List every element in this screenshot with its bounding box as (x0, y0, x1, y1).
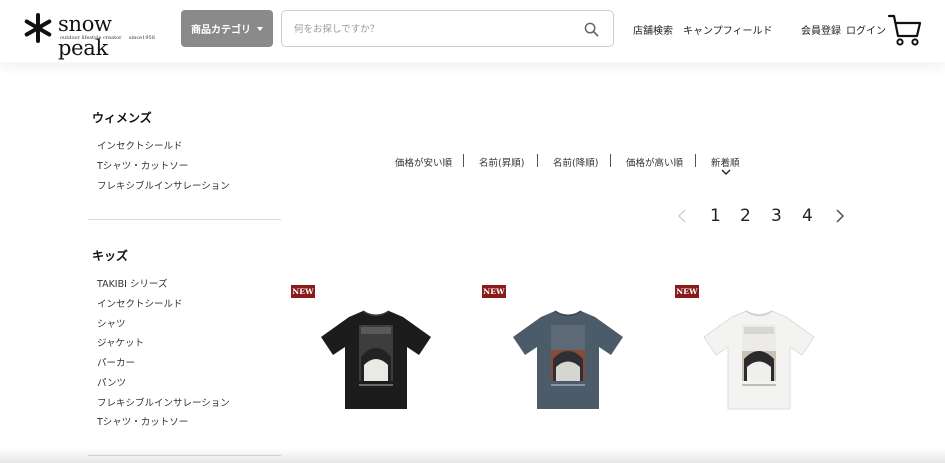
sidebar-item-kids-shirts[interactable]: シャツ (97, 316, 126, 330)
sidebar-item-kids-jacket[interactable]: ジャケット (97, 335, 144, 349)
sort-separator (610, 154, 611, 167)
sidebar-item-kids-insect-shield[interactable]: インセクトシールド (97, 296, 183, 310)
store-search-link[interactable]: 店舗検索 (633, 22, 673, 37)
chevron-right-icon[interactable] (835, 208, 845, 224)
sidebar-item-women-tshirts[interactable]: Tシャツ・カットソー (97, 158, 188, 172)
product-image-white-tshirt[interactable] (694, 305, 824, 415)
sidebar-item-kids-pants[interactable]: パンツ (97, 375, 126, 389)
sort-separator (537, 154, 538, 167)
sidebar-title-kids[interactable]: キッズ (92, 247, 128, 264)
chevron-left-icon[interactable] (677, 208, 687, 224)
sort-separator (695, 154, 696, 167)
new-badge: NEW (675, 285, 699, 298)
sidebar-title-women[interactable]: ウィメンズ (92, 109, 152, 126)
new-badge: NEW (291, 285, 315, 298)
search-input[interactable] (294, 20, 574, 38)
caret-down-icon (257, 26, 263, 31)
snow-peak-logo[interactable]: snow peak outdoor lifestyle creator sinc… (22, 12, 162, 60)
product-image-blue-tshirt[interactable] (503, 305, 633, 415)
sidebar-item-kids-takibi[interactable]: TAKIBI シリーズ (97, 276, 167, 290)
sidebar-item-kids-tshirts[interactable]: Tシャツ・カットソー (97, 414, 188, 428)
sidebar-item-kids-parka[interactable]: パーカー (97, 355, 135, 369)
search-box (281, 10, 614, 47)
page-2[interactable]: 2 (740, 206, 751, 226)
campfield-link[interactable]: キャンプフィールド (683, 22, 773, 37)
login-link[interactable]: ログイン (846, 22, 886, 37)
product-image-black-tshirt[interactable] (311, 305, 441, 415)
snowflake-logo-icon (24, 13, 52, 43)
logo-since: since1958 (129, 35, 155, 41)
register-link[interactable]: 会員登録 (801, 22, 841, 37)
product-category-label: 商品カテゴリ (191, 25, 251, 36)
sort-price-desc[interactable]: 価格が高い順 (626, 155, 683, 169)
sort-newest[interactable]: 新着順 (711, 155, 740, 169)
page-4[interactable]: 4 (802, 206, 813, 226)
bottom-shadow (0, 448, 945, 463)
sort-name-desc[interactable]: 名前(降順) (553, 155, 598, 169)
sidebar-item-women-flexible-insulation[interactable]: フレキシブルインサレーション (97, 178, 230, 192)
new-badge: NEW (482, 285, 506, 298)
search-icon[interactable] (584, 22, 599, 37)
site-header: snow peak outdoor lifestyle creator sinc… (0, 0, 945, 62)
sidebar-item-kids-flexible-insulation[interactable]: フレキシブルインサレーション (97, 395, 230, 409)
sort-separator (463, 154, 464, 167)
cart-icon[interactable] (887, 12, 923, 48)
sort-name-asc[interactable]: 名前(昇順) (479, 155, 524, 169)
chevron-down-icon (721, 169, 731, 175)
sidebar-item-women-insect-shield[interactable]: インセクトシールド (97, 138, 183, 152)
product-category-button[interactable]: 商品カテゴリ (181, 10, 273, 47)
sidebar-divider (88, 219, 281, 220)
page-3[interactable]: 3 (771, 206, 782, 226)
sort-price-asc[interactable]: 価格が安い順 (395, 155, 452, 169)
logo-tagline: outdoor lifestyle creator (60, 35, 122, 41)
page-1[interactable]: 1 (710, 206, 721, 226)
